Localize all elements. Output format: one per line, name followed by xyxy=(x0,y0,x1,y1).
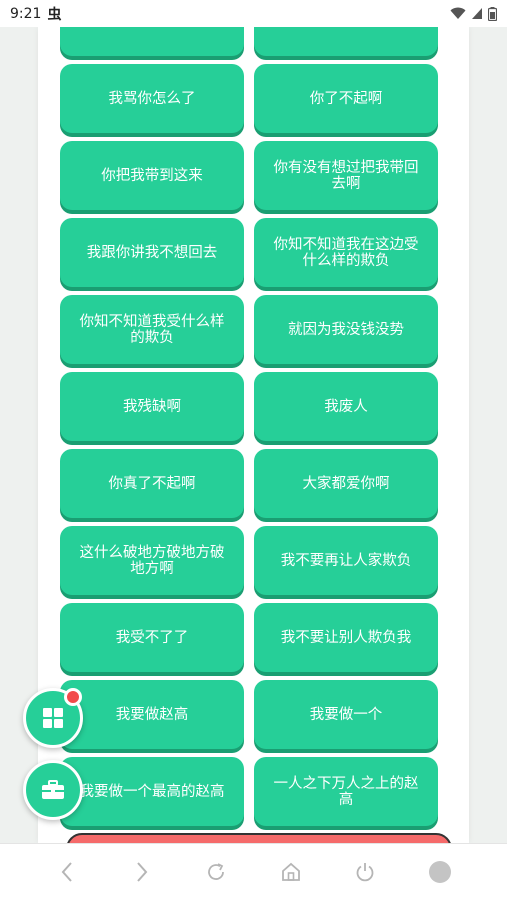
notification-icon: 虫 xyxy=(47,6,62,23)
status-time: 9:21 xyxy=(10,5,42,22)
power-icon xyxy=(356,863,374,882)
home-icon xyxy=(281,862,300,881)
apps-grid-icon xyxy=(43,708,63,728)
toolbox-icon xyxy=(42,780,64,799)
sound-button[interactable]: 我废人 xyxy=(254,372,438,441)
status-right xyxy=(450,6,497,21)
toolbox-fab-button[interactable] xyxy=(23,760,83,820)
tabs-icon xyxy=(428,861,451,883)
sound-button[interactable]: 我不要再让人家欺负 xyxy=(254,526,438,595)
sound-button[interactable]: 就因为我没钱没势 xyxy=(254,295,438,364)
forward-button[interactable] xyxy=(122,852,162,892)
home-button[interactable] xyxy=(271,852,311,892)
sound-button[interactable]: 你知不知道我在这边受什么样的欺负 xyxy=(254,218,438,287)
bottom-action-button[interactable] xyxy=(66,833,452,843)
wifi-icon xyxy=(450,7,466,19)
sound-button[interactable]: 大家都爱你啊 xyxy=(254,449,438,518)
sound-button[interactable]: 我骂你怎么了 xyxy=(60,64,244,133)
forward-icon xyxy=(137,862,148,882)
sound-button[interactable]: 这什么破地方破地方破地方啊 xyxy=(60,526,244,595)
sound-button[interactable]: 我不要让别人欺负我 xyxy=(254,603,438,672)
tabs-button[interactable] xyxy=(420,852,460,892)
sound-button[interactable] xyxy=(254,27,438,56)
sound-button[interactable]: 我要做赵高 xyxy=(60,680,244,749)
browser-nav-bar xyxy=(0,843,507,900)
signal-icon xyxy=(472,8,482,19)
apps-fab-button[interactable] xyxy=(23,688,83,748)
sound-button[interactable]: 我要做一个 xyxy=(254,680,438,749)
status-bar: 9:21 虫 xyxy=(0,0,507,27)
sound-button[interactable]: 我残缺啊 xyxy=(60,372,244,441)
sound-button[interactable] xyxy=(60,27,244,56)
sound-button[interactable]: 我受不了了 xyxy=(60,603,244,672)
back-icon xyxy=(61,862,72,882)
sound-button[interactable]: 你了不起啊 xyxy=(254,64,438,133)
sound-button[interactable]: 我跟你讲我不想回去 xyxy=(60,218,244,287)
status-left: 9:21 虫 xyxy=(10,4,61,24)
button-panel: 我骂你怎么了 你了不起啊 你把我带到这来 你有没有想过把我带回去啊 我跟你讲我不… xyxy=(38,27,469,843)
notification-badge xyxy=(64,688,82,706)
sound-button[interactable]: 你把我带到这来 xyxy=(60,141,244,210)
sound-button[interactable]: 你真了不起啊 xyxy=(60,449,244,518)
back-button[interactable] xyxy=(47,852,87,892)
sound-button[interactable]: 我要做一个最高的赵高 xyxy=(60,757,244,826)
sound-button[interactable]: 你有没有想过把我带回去啊 xyxy=(254,141,438,210)
battery-icon xyxy=(488,6,497,21)
sound-button[interactable]: 一人之下万人之上的赵高 xyxy=(254,757,438,826)
sound-button-grid: 我骂你怎么了 你了不起啊 你把我带到这来 你有没有想过把我带回去啊 我跟你讲我不… xyxy=(60,27,438,826)
sound-button[interactable]: 你知不知道我受什么样的欺负 xyxy=(60,295,244,364)
power-button[interactable] xyxy=(345,852,385,892)
refresh-icon xyxy=(208,863,225,880)
refresh-button[interactable] xyxy=(196,852,236,892)
